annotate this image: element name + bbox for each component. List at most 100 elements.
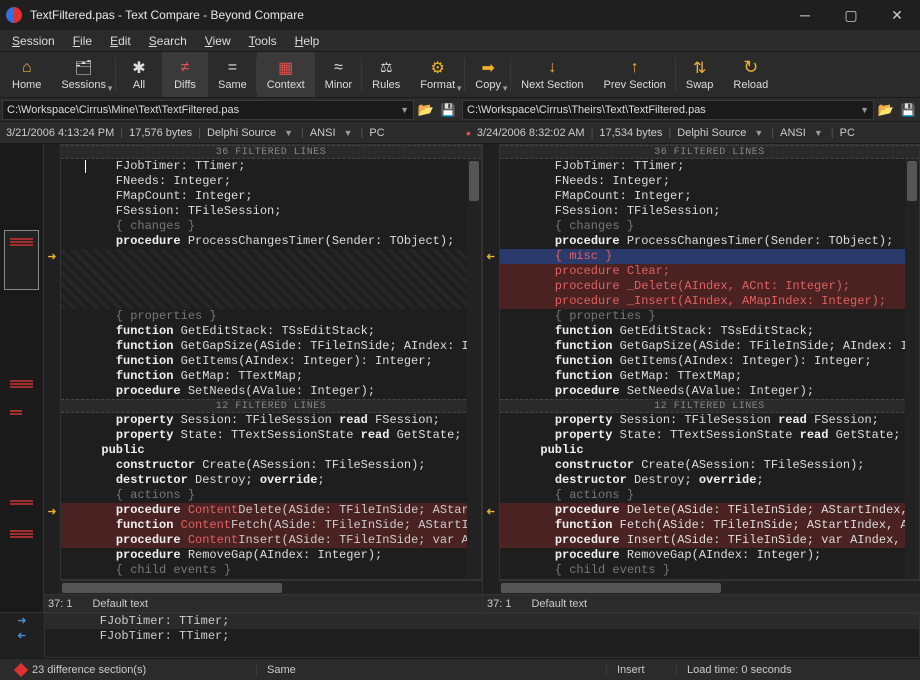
code-line[interactable]: function GetItems(AIndex: Integer): Inte… — [61, 354, 481, 369]
arrow-right-icon[interactable] — [44, 504, 60, 519]
vertical-scrollbar[interactable] — [905, 159, 919, 579]
code-line[interactable] — [61, 279, 481, 294]
minor-button[interactable]: Minor — [315, 52, 363, 97]
arrow-left-icon[interactable] — [483, 249, 499, 264]
code-line[interactable]: { actions } — [500, 488, 919, 503]
code-line[interactable]: procedure Insert(ASide: TFileInSide; var… — [500, 533, 919, 548]
code-line[interactable]: FJobTimer: TTimer; — [61, 159, 481, 174]
vertical-scrollbar[interactable] — [467, 159, 481, 579]
horizontal-scrollbar[interactable] — [499, 580, 920, 594]
arrow-right-icon[interactable] — [44, 249, 60, 264]
filtered-strip[interactable]: 12 FILTERED LINES — [500, 399, 919, 413]
right-newline[interactable]: PC — [840, 127, 855, 139]
code-line[interactable]: FJobTimer: TTimer; — [500, 159, 919, 174]
code-line[interactable]: procedure RemoveGap(AIndex: Integer); — [500, 548, 919, 563]
code-line[interactable]: function GetGapSize(ASide: TFileInSide; … — [61, 339, 481, 354]
menu-session[interactable]: Session — [4, 32, 63, 50]
code-line[interactable]: procedure Clear; — [500, 264, 919, 279]
left-encoding[interactable]: ANSI — [310, 127, 336, 139]
code-line[interactable]: { properties } — [61, 309, 481, 324]
code-line[interactable]: function Fetch(ASide: TFileInSide; AStar… — [500, 518, 919, 533]
code-line[interactable]: { child events } — [61, 563, 481, 578]
diffs-button[interactable]: Diffs — [162, 52, 208, 97]
left-path-combobox[interactable]: C:\Workspace\Cirrus\Mine\Text\TextFilter… — [2, 100, 414, 120]
right-lang[interactable]: Delphi Source — [677, 127, 746, 139]
format-button[interactable]: Format▼ — [410, 52, 465, 97]
code-line[interactable]: function GetMap: TTextMap; — [500, 369, 919, 384]
reload-button[interactable]: Reload — [723, 52, 778, 97]
code-line[interactable]: procedure _Delete(AIndex, ACnt: Integer)… — [500, 279, 919, 294]
code-line[interactable]: procedure ProcessChangesTimer(Sender: TO… — [500, 234, 919, 249]
right-save-button[interactable] — [898, 100, 918, 120]
code-line[interactable]: { changes } — [61, 219, 481, 234]
code-line[interactable]: function GetEditStack: TSsEditStack; — [61, 324, 481, 339]
next-button[interactable]: Next Section — [511, 52, 593, 97]
horizontal-scrollbar[interactable] — [60, 580, 482, 594]
code-line[interactable]: FMapCount: Integer; — [500, 189, 919, 204]
code-line[interactable]: procedure ContentInsert(ASide: TFileInSi… — [61, 533, 481, 548]
code-line[interactable]: procedure RemoveGap(AIndex: Integer); — [61, 548, 481, 563]
right-editor[interactable]: 36 FILTERED LINES FJobTimer: TTimer; FNe… — [499, 144, 920, 580]
chevron-down-icon[interactable]: ▼ — [342, 128, 355, 138]
right-path-combobox[interactable]: C:\Workspace\Cirrus\Theirs\Text\TextFilt… — [462, 100, 874, 120]
code-line[interactable]: property State: TTextSessionState read G… — [61, 428, 481, 443]
right-browse-button[interactable] — [876, 100, 896, 120]
left-browse-button[interactable] — [416, 100, 436, 120]
code-line[interactable]: { actions } — [61, 488, 481, 503]
code-line[interactable]: { changes } — [500, 219, 919, 234]
code-line[interactable]: { child events } — [500, 563, 919, 578]
left-editor[interactable]: 36 FILTERED LINES FJobTimer: TTimer; FNe… — [60, 144, 482, 580]
code-line[interactable]: FSession: TFileSession; — [61, 204, 481, 219]
menu-view[interactable]: View — [197, 32, 239, 50]
code-line[interactable]: procedure ProcessChangesTimer(Sender: TO… — [61, 234, 481, 249]
chevron-down-icon[interactable]: ▼ — [812, 128, 825, 138]
code-line[interactable]: procedure SetNeeds(AValue: Integer); — [61, 384, 481, 399]
code-line[interactable]: constructor Create(ASession: TFileSessio… — [61, 458, 481, 473]
code-line[interactable]: function GetMap: TTextMap; — [61, 369, 481, 384]
code-line[interactable]: FNeeds: Integer; — [61, 174, 481, 189]
code-line[interactable]: procedure SetNeeds(AValue: Integer); — [500, 384, 919, 399]
code-line[interactable]: property State: TTextSessionState read G… — [500, 428, 919, 443]
code-line[interactable]: function ContentFetch(ASide: TFileInSide… — [61, 518, 481, 533]
code-line[interactable]: FNeeds: Integer; — [500, 174, 919, 189]
code-line[interactable]: destructor Destroy; override; — [61, 473, 481, 488]
filtered-strip[interactable]: 36 FILTERED LINES — [61, 145, 481, 159]
code-line[interactable]: FMapCount: Integer; — [61, 189, 481, 204]
code-line[interactable]: procedure _Insert(AIndex, AMapIndex: Int… — [500, 294, 919, 309]
left-newline[interactable]: PC — [369, 127, 384, 139]
filtered-strip[interactable]: 12 FILTERED LINES — [61, 399, 481, 413]
arrow-left-icon[interactable] — [483, 504, 499, 519]
sessions-button[interactable]: Sessions▼ — [51, 52, 116, 97]
code-line[interactable] — [61, 249, 481, 264]
code-line[interactable]: procedure ContentDelete(ASide: TFileInSi… — [61, 503, 481, 518]
code-line[interactable] — [61, 294, 481, 309]
code-line[interactable]: function GetEditStack: TSsEditStack; — [500, 324, 919, 339]
code-line[interactable]: { properties } — [500, 309, 919, 324]
chevron-down-icon[interactable]: ▼ — [282, 128, 295, 138]
menu-file[interactable]: File — [65, 32, 100, 50]
filtered-strip[interactable]: 36 FILTERED LINES — [500, 145, 919, 159]
code-line[interactable]: procedure Delete(ASide: TFileInSide; ASt… — [500, 503, 919, 518]
all-button[interactable]: All — [116, 52, 162, 97]
arrow-right-icon[interactable] — [0, 613, 44, 628]
left-save-button[interactable] — [438, 100, 458, 120]
same-button[interactable]: Same — [208, 52, 257, 97]
rules-button[interactable]: Rules — [362, 52, 410, 97]
difference-map[interactable] — [0, 144, 44, 612]
arrow-left-icon[interactable] — [0, 628, 44, 643]
minimize-button[interactable]: ─ — [782, 0, 828, 30]
code-line[interactable]: property Session: TFileSession read FSes… — [500, 413, 919, 428]
menu-help[interactable]: Help — [287, 32, 328, 50]
copy-button[interactable]: Copy▼ — [465, 52, 511, 97]
code-line[interactable]: constructor Create(ASession: TFileSessio… — [500, 458, 919, 473]
code-line[interactable]: FSession: TFileSession; — [500, 204, 919, 219]
home-button[interactable]: Home — [2, 52, 51, 97]
code-line[interactable]: property Session: TFileSession read FSes… — [61, 413, 481, 428]
left-lang[interactable]: Delphi Source — [207, 127, 276, 139]
code-line[interactable]: public — [500, 443, 919, 458]
right-encoding[interactable]: ANSI — [780, 127, 806, 139]
swap-button[interactable]: Swap — [676, 52, 724, 97]
merge-editor[interactable]: FJobTimer: TTimer; FJobTimer: TTimer; — [44, 613, 920, 658]
code-line[interactable]: { misc } — [500, 249, 919, 264]
code-line[interactable]: function GetItems(AIndex: Integer): Inte… — [500, 354, 919, 369]
